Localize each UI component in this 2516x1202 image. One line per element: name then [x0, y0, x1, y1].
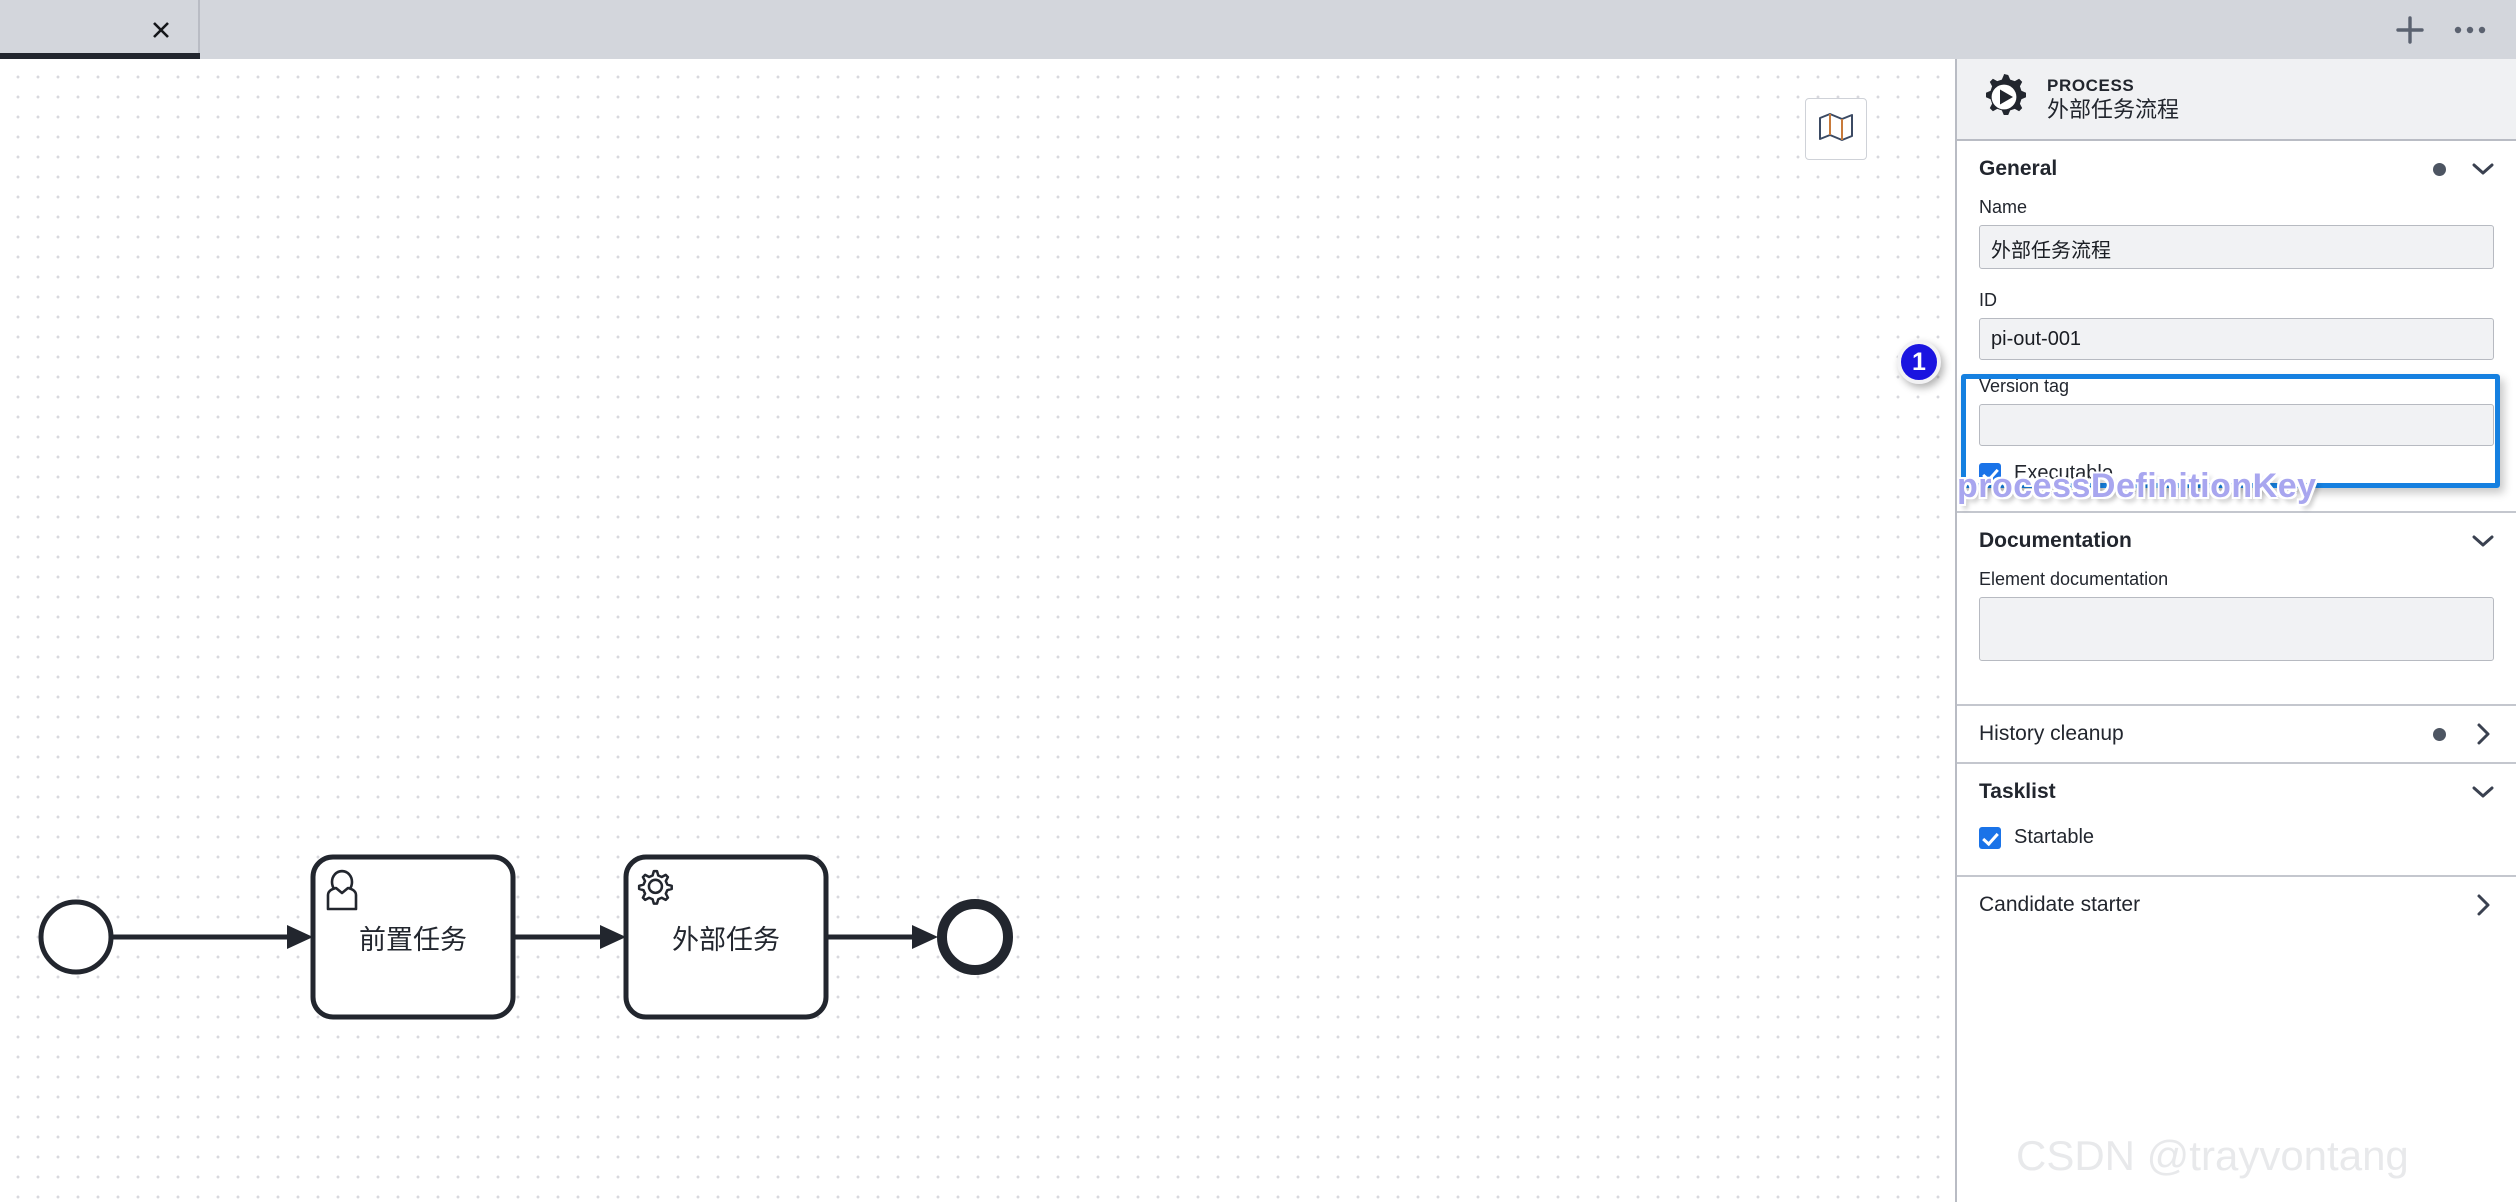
group-general: General Name 外部任务流程 ID Ve [1957, 141, 2516, 513]
bpmn-canvas[interactable]: 前置任务 外部任务 [0, 59, 1955, 1202]
bpmn-diagram[interactable]: 前置任务 外部任务 [0, 59, 1955, 1202]
app-root: 前置任务 外部任务 PROCESS 外部任务流程 General Name 外部… [0, 0, 2516, 1202]
annotation-label-processdefinitionkey: processDefinitionKey [1957, 467, 2317, 505]
startable-checkbox[interactable] [1979, 826, 2001, 849]
tab-bar-spacer [200, 0, 2390, 59]
group-general-title: General [1979, 157, 2058, 180]
group-candidate-starter: Candidate starter [1957, 877, 2516, 933]
element-documentation-input[interactable] [1979, 597, 2494, 661]
chevron-down-icon[interactable] [2472, 534, 2494, 548]
id-label: ID [1979, 290, 1997, 310]
group-tasklist-header[interactable]: Tasklist [1957, 764, 2516, 820]
group-history-cleanup-title: History cleanup [1979, 722, 2124, 745]
field-id: ID [1979, 290, 2494, 360]
version-tag-input[interactable] [1979, 404, 2494, 446]
group-candidate-starter-title: Candidate starter [1979, 893, 2141, 916]
bpmn-arrow-1 [287, 925, 313, 949]
annotation-badge-1: 1 [1897, 340, 1941, 384]
group-history-cleanup-status-dot [2433, 727, 2446, 741]
field-element-documentation: Element documentation [1979, 569, 2494, 666]
chevron-down-icon[interactable] [2472, 162, 2494, 176]
tab-bar [0, 0, 2516, 59]
field-name: Name 外部任务流程 [1979, 197, 2494, 274]
bpmn-user-task-label: 前置任务 [359, 925, 467, 956]
properties-panel: PROCESS 外部任务流程 General Name 外部任务流程 ID pi… [1955, 59, 2516, 1202]
chevron-down-icon[interactable] [2472, 785, 2494, 799]
bpmn-start-event[interactable] [38, 899, 114, 975]
startable-label: Startable [2014, 826, 2095, 848]
id-input[interactable] [1979, 318, 2494, 360]
tab-bar-actions [2390, 0, 2516, 59]
version-tag-label: Version tag [1979, 376, 2070, 396]
group-history-cleanup: History cleanup [1957, 706, 2516, 764]
process-gear-play-icon [1979, 72, 2029, 127]
group-tasklist-body: Startable [1957, 826, 2516, 875]
element-name-label: 外部任务流程 [2047, 96, 2180, 122]
bpmn-arrow-2 [600, 925, 626, 949]
user-icon [326, 869, 358, 911]
element-type-label: PROCESS [2047, 75, 2135, 95]
tab-item-diagram[interactable] [0, 0, 200, 59]
name-input[interactable]: 外部任务流程 [1979, 225, 2494, 269]
group-documentation-header[interactable]: Documentation [1957, 513, 2516, 569]
group-history-cleanup-header[interactable]: History cleanup [1957, 706, 2516, 762]
add-tab-button[interactable] [2390, 10, 2430, 50]
name-label: Name [1979, 197, 2028, 217]
group-general-body: Name 外部任务流程 ID Version tag Executable [1957, 197, 2516, 511]
bpmn-service-task-label: 外部任务 [672, 925, 780, 956]
chevron-right-icon[interactable] [2472, 893, 2494, 917]
group-tasklist: Tasklist Startable [1957, 764, 2516, 877]
close-icon[interactable] [146, 15, 176, 45]
group-general-status-dot [2433, 162, 2446, 176]
properties-panel-header: PROCESS 外部任务流程 [1957, 59, 2516, 141]
group-documentation-body: Element documentation [1957, 569, 2516, 704]
group-documentation: Documentation Element documentation [1957, 513, 2516, 706]
group-candidate-starter-header[interactable]: Candidate starter [1957, 877, 2516, 933]
more-options-icon[interactable] [2450, 10, 2490, 50]
group-documentation-title: Documentation [1979, 529, 2132, 552]
field-version-tag: Version tag [1979, 376, 2494, 446]
chevron-right-icon[interactable] [2472, 722, 2494, 746]
element-documentation-label: Element documentation [1979, 569, 2169, 589]
group-tasklist-title: Tasklist [1979, 780, 2056, 803]
bpmn-arrow-3 [912, 925, 938, 949]
bpmn-end-event[interactable] [937, 899, 1013, 975]
properties-panel-title-block: PROCESS 外部任务流程 [2047, 75, 2179, 124]
group-general-header[interactable]: General [1957, 141, 2516, 197]
field-startable[interactable]: Startable [1979, 826, 2494, 849]
